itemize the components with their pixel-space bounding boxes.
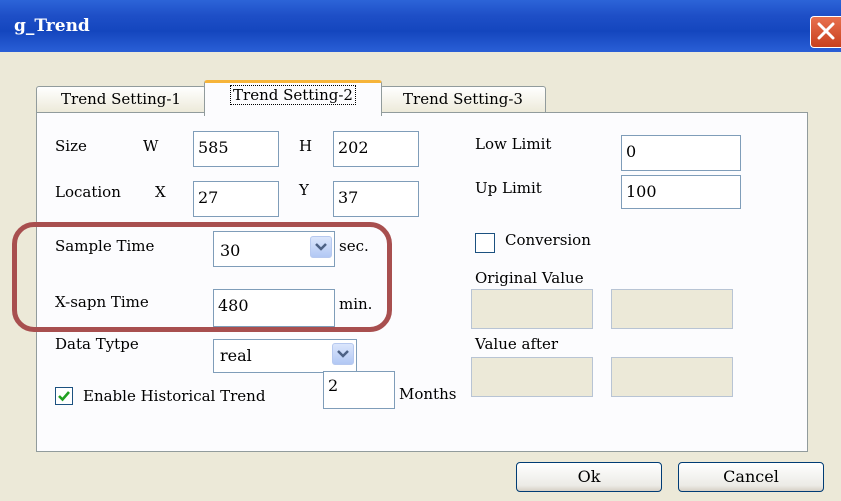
window-title: g_Trend (14, 16, 90, 36)
chevron-down-icon (315, 243, 327, 251)
checkmark-icon (58, 391, 70, 402)
y-field[interactable]: 37 (333, 181, 419, 217)
up-limit-label: Up Limit (475, 179, 542, 197)
historical-months-field[interactable]: 2 (323, 371, 395, 409)
title-bar[interactable]: g_Trend (0, 0, 841, 52)
x-field[interactable]: 27 (193, 181, 279, 217)
value-after-field-1[interactable] (471, 357, 593, 397)
data-type-value: real (220, 346, 252, 365)
conversion-checkbox[interactable] (475, 233, 495, 253)
data-type-label: Data Tytpe (55, 335, 139, 353)
tab-trend-setting-1[interactable]: Trend Setting-1 (36, 86, 206, 113)
x-label: X (155, 183, 166, 201)
height-label: H (299, 137, 313, 155)
x-span-time-unit: min. (339, 295, 373, 313)
location-label: Location (55, 183, 121, 201)
original-value-field-2[interactable] (611, 289, 733, 329)
dialog-client-area: Trend Setting-1 Trend Setting-2 Trend Se… (6, 52, 841, 501)
tab-label: Trend Setting-1 (61, 90, 181, 108)
close-button[interactable] (810, 16, 841, 48)
tab-trend-setting-3[interactable]: Trend Setting-3 (380, 86, 546, 113)
cancel-button[interactable]: Cancel (678, 462, 824, 492)
historical-trend-checkbox[interactable] (55, 387, 73, 405)
ok-button[interactable]: Ok (516, 462, 662, 492)
dropdown-button[interactable] (310, 236, 332, 258)
dialog-window: g_Trend Trend Setting-1 Trend Setting-2 … (0, 0, 841, 501)
y-label: Y (299, 181, 309, 199)
data-type-dropdown[interactable]: real (213, 339, 357, 373)
sample-time-label: Sample Time (55, 237, 155, 255)
low-limit-field[interactable]: 0 (621, 135, 741, 171)
sample-time-value: 30 (220, 241, 241, 260)
up-limit-field[interactable]: 100 (621, 175, 741, 209)
x-span-time-label: X-sapn Time (55, 293, 149, 311)
value-after-label: Value after (475, 335, 559, 353)
low-limit-label: Low Limit (475, 135, 552, 153)
tab-label: Trend Setting-2 (230, 85, 356, 105)
conversion-label: Conversion (505, 231, 591, 249)
original-value-label: Original Value (475, 269, 584, 287)
tab-trend-setting-2[interactable]: Trend Setting-2 (204, 80, 382, 116)
sample-time-dropdown[interactable]: 30 (213, 231, 335, 267)
height-field[interactable]: 202 (333, 131, 419, 167)
sample-time-unit: sec. (339, 237, 369, 255)
tab-label: Trend Setting-3 (403, 90, 523, 108)
historical-trend-label: Enable Historical Trend (83, 387, 266, 405)
months-label: Months (399, 385, 457, 403)
close-icon (817, 22, 835, 40)
width-field[interactable]: 585 (193, 131, 279, 167)
x-span-time-field[interactable]: 480 (213, 289, 335, 327)
original-value-field-1[interactable] (471, 289, 593, 329)
width-label: W (143, 137, 159, 155)
chevron-down-icon (337, 350, 349, 358)
value-after-field-2[interactable] (611, 357, 733, 397)
dropdown-button[interactable] (332, 343, 354, 365)
tab-panel: Size W 585 H 202 Location X 27 Y 37 Low … (36, 112, 808, 452)
size-label: Size (55, 137, 87, 155)
